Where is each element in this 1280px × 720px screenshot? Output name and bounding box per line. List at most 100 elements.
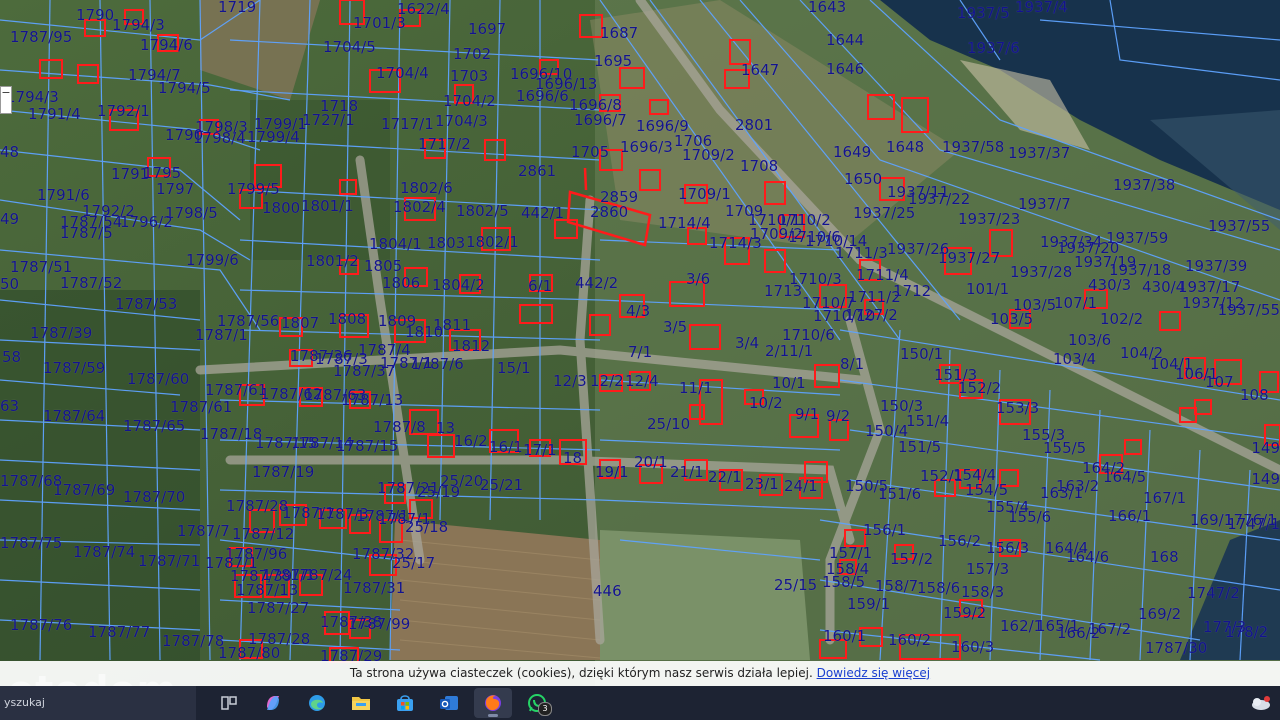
parcel-label: 2/11/1 bbox=[765, 342, 814, 360]
parcel-label: 159/2 bbox=[943, 604, 987, 622]
parcel-label: 1787/61 bbox=[170, 398, 233, 416]
parcel-label: 21/1 bbox=[670, 463, 704, 481]
edge-button[interactable] bbox=[298, 688, 336, 718]
parcel-label: 1696/6 bbox=[516, 87, 569, 105]
parcel-label: 1937/55 bbox=[1217, 301, 1280, 319]
zoom-out-icon[interactable]: − bbox=[1, 87, 11, 99]
parcel-label: 1791/6 bbox=[37, 186, 90, 204]
parcel-label: 442/1 bbox=[521, 204, 565, 222]
parcel-label: 151/4 bbox=[906, 412, 950, 430]
firefox-icon bbox=[485, 695, 501, 711]
parcel-label: 178/2 bbox=[1225, 623, 1269, 641]
parcel-label: 3/5 bbox=[663, 318, 688, 336]
parcel-label: 1714/4 bbox=[658, 214, 711, 232]
parcel-label: 1727/2 bbox=[845, 306, 898, 324]
parcel-label: 163/1 bbox=[1040, 484, 1084, 502]
parcel-label: 1787/78 bbox=[162, 632, 225, 650]
parcel-label: 1937/28 bbox=[1010, 263, 1073, 281]
parcel-label: 1787/19 bbox=[252, 463, 315, 481]
parcel-label: 4/3 bbox=[626, 302, 651, 320]
parcel-label: 12/2 bbox=[590, 372, 624, 390]
parcel-label: 1787/69 bbox=[53, 481, 116, 499]
parcel-label: 1787/51 bbox=[10, 258, 73, 276]
parcel-label: 1794/5 bbox=[158, 79, 211, 97]
parcel-label: 25/21 bbox=[480, 476, 524, 494]
parcel-label: 1787/74 bbox=[73, 543, 136, 561]
parcel-label: 1794/3 bbox=[112, 16, 165, 34]
parcel-label: 1800 bbox=[262, 199, 301, 217]
parcel-label: 164/5 bbox=[1103, 468, 1147, 486]
parcel-label: 151/5 bbox=[898, 438, 942, 456]
parcel-label: 1787/70 bbox=[123, 488, 186, 506]
outlook-icon bbox=[440, 696, 458, 710]
parcel-label: 16/2 bbox=[454, 432, 488, 450]
parcel-label: 1704/5 bbox=[323, 38, 376, 56]
parcel-label: 1937/23 bbox=[958, 210, 1021, 228]
parcel-label: 1806 bbox=[382, 274, 421, 292]
parcel-label: 1796/2 bbox=[120, 213, 173, 231]
parcel-label: 1697 bbox=[468, 20, 507, 38]
parcel-label: 103/4 bbox=[1053, 350, 1097, 368]
parcel-label: 10/1 bbox=[772, 374, 806, 392]
outlook-button[interactable] bbox=[430, 688, 468, 718]
parcel-label: 442/2 bbox=[575, 274, 619, 292]
parcel-label: 1704/2 bbox=[443, 92, 496, 110]
parcel-label: 1805 bbox=[364, 257, 403, 275]
parcel-label: 151/6 bbox=[878, 485, 922, 503]
parcel-label: 1787/80 bbox=[218, 644, 281, 662]
parcel-label: 1937/38 bbox=[1113, 176, 1176, 194]
parcel-label: 1937/55 bbox=[1208, 217, 1271, 235]
parcel-label: 1799/4 bbox=[247, 128, 300, 146]
file-explorer-button[interactable] bbox=[342, 688, 380, 718]
parcel-label: 1787/95 bbox=[10, 28, 73, 46]
copilot-button[interactable] bbox=[254, 688, 292, 718]
parcel-label: 157/1 bbox=[829, 544, 873, 562]
parcel-label: 1787/59 bbox=[43, 359, 106, 377]
parcel-label: 58 bbox=[2, 348, 22, 366]
parcel-label: 17/1 bbox=[523, 441, 557, 459]
parcel-label: 107 bbox=[1205, 373, 1234, 391]
parcel-label: 1937/25 bbox=[853, 204, 916, 222]
cadastral-map[interactable]: 1787/95 1790 1794/3 1794/6 1719 1701/3 1622/4 1… bbox=[0, 0, 1280, 686]
system-tray[interactable] bbox=[1240, 686, 1280, 720]
parcel-label: 1808 bbox=[328, 310, 367, 328]
parcel-label: 1787/18 bbox=[200, 425, 263, 443]
parcel-label: 1787/7 bbox=[177, 522, 230, 540]
parcel-label: 159/1 bbox=[847, 595, 891, 613]
parcel-label: 1710/6 bbox=[782, 326, 835, 344]
parcel-label: 25/18 bbox=[405, 518, 449, 536]
parcel-label: 1787/8 bbox=[373, 418, 426, 436]
parcel-label: 1714/3 bbox=[709, 234, 762, 252]
edge-icon bbox=[309, 695, 325, 711]
parcel-label: 63 bbox=[0, 397, 20, 415]
parcel-label: 1648 bbox=[886, 138, 925, 156]
parcel-label: 1937/7 bbox=[1018, 195, 1071, 213]
parcel-label: 3/6 bbox=[686, 270, 711, 288]
parcel-label: 149 bbox=[1251, 470, 1280, 488]
parcel-label: 1787/52 bbox=[60, 274, 123, 292]
parcel-label: 1701/3 bbox=[353, 14, 406, 32]
parcel-label: 1804/1 bbox=[369, 235, 422, 253]
task-view-button[interactable] bbox=[210, 688, 248, 718]
active-app-indicator bbox=[488, 714, 498, 717]
map-zoom-control[interactable]: − bbox=[0, 86, 12, 114]
parcel-label: 1787/39 bbox=[30, 324, 93, 342]
parcel-label: 1704/4 bbox=[376, 64, 429, 82]
taskbar-search-box[interactable]: yszukaj bbox=[0, 686, 196, 720]
weather-icon[interactable] bbox=[1248, 694, 1272, 712]
parcel-label: 50 bbox=[0, 275, 20, 293]
parcel-label: 1787/27 bbox=[247, 599, 310, 617]
parcel-label: 20/1 bbox=[634, 453, 668, 471]
parcel-label: 1696/7 bbox=[574, 111, 627, 129]
parcel-label: 107/1 bbox=[1054, 294, 1098, 312]
parcel-label: 166/1 bbox=[1108, 507, 1152, 525]
whatsapp-button[interactable]: 3 bbox=[518, 688, 556, 718]
parcel-label: 1703 bbox=[450, 67, 489, 85]
parcel-label: 1787/76 bbox=[10, 616, 73, 634]
parcel-label: 1787/60 bbox=[127, 370, 190, 388]
cookie-learn-more-link[interactable]: Dowiedz się więcej bbox=[817, 666, 930, 680]
parcel-label: 158/5 bbox=[822, 573, 866, 591]
firefox-button[interactable] bbox=[474, 688, 512, 718]
parcel-label: 1695 bbox=[594, 52, 633, 70]
store-button[interactable] bbox=[386, 688, 424, 718]
